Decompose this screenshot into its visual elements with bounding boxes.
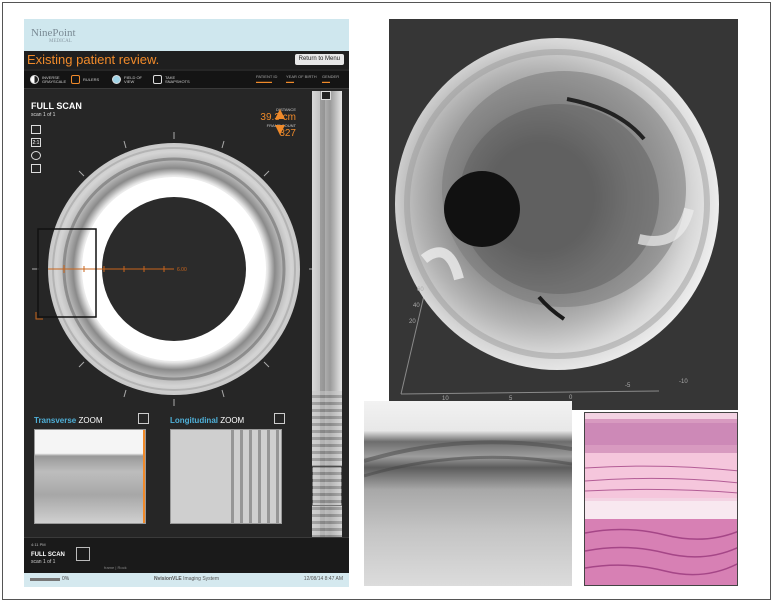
scan-list-subtitle: scan 1 of 1 — [31, 559, 56, 565]
transverse-zoom-title: Transverse ZOOM — [34, 416, 102, 425]
oct-zoom-image — [364, 401, 572, 586]
ruler-value: 6.00 — [177, 267, 187, 273]
return-to-menu-button[interactable]: Return to Menu — [294, 54, 344, 65]
inverse-grayscale-toggle[interactable]: INVERSE GRAYSCALE — [30, 74, 67, 85]
histology-image — [584, 412, 738, 586]
volumetric-image — [395, 38, 719, 395]
z-axis-tick: 40 — [413, 303, 420, 309]
toolbar-label: RULERS — [83, 76, 100, 82]
birth-year-field: YEAR OF BIRTH ▬▬ — [286, 74, 317, 84]
eye-icon — [112, 75, 121, 84]
patient-id-field: PATIENT ID ▬▬▬▬ — [256, 74, 278, 84]
frame-text: frame | Rock — [104, 565, 127, 570]
app-logo: NinePoint MEDICAL — [31, 27, 76, 44]
camera-icon — [153, 75, 162, 84]
toolbar: INVERSE GRAYSCALE RULERS FIELD OF VIEW T… — [24, 71, 349, 89]
transverse-expand-icon[interactable] — [138, 413, 149, 424]
x-axis-tick: -10 — [679, 379, 688, 385]
x-axis-tick: -5 — [625, 383, 631, 389]
scan-list-bar: 4:11 PM FULL SCAN scan 1 of 1 frame | Ro… — [24, 537, 349, 574]
imaging-app-window: NinePoint MEDICAL Existing patient revie… — [24, 19, 349, 587]
z-axis-tick: 20 — [409, 319, 416, 325]
page-title: Existing patient review. — [27, 52, 160, 67]
take-snapshots-button[interactable]: TAKE SNAPSHOTS — [153, 74, 190, 85]
transverse-oct-image[interactable]: 6.00 — [24, 119, 312, 419]
transverse-zoom-strong: Transverse — [34, 416, 77, 425]
brand-text: NvisionVLE Imaging System — [24, 576, 349, 582]
strip-camera-icon[interactable] — [321, 91, 331, 100]
longitudinal-zoom-rest: ZOOM — [218, 416, 245, 425]
histology-section — [585, 413, 737, 585]
toolbar-label: FIELD OF VIEW — [124, 74, 143, 84]
longitudinal-zoom-strong: Longitudinal — [170, 416, 218, 425]
scan-list-title[interactable]: FULL SCAN — [31, 552, 65, 558]
status-time: 12/08/14 8:47 AM — [303, 576, 343, 582]
transverse-zoom-rest: ZOOM — [76, 416, 103, 425]
oct-tissue-zoom — [364, 401, 572, 586]
title-bar: Existing patient review. Return to Menu — [24, 51, 349, 69]
contrast-icon — [30, 75, 39, 84]
toolbar-label: TAKE SNAPSHOTS — [165, 74, 190, 84]
longitudinal-zoom-image[interactable] — [170, 429, 282, 524]
transverse-zoom-image[interactable] — [34, 429, 146, 524]
field-of-view-toggle[interactable]: FIELD OF VIEW — [112, 74, 144, 85]
rulers-toggle[interactable]: RULERS — [71, 74, 103, 85]
brand-rest: Imaging System — [181, 576, 220, 582]
gender-field: GENDER ▬▬ — [322, 74, 340, 84]
longitudinal-strip[interactable] — [312, 91, 342, 566]
scan-subtitle: scan 1 of 1 — [31, 112, 56, 118]
scan-time-label: 4:11 PM — [31, 542, 46, 547]
scan-title: FULL SCAN — [31, 101, 82, 111]
longitudinal-zoom-title: Longitudinal ZOOM — [170, 416, 244, 425]
ruler-icon — [71, 75, 80, 84]
logo-subtext: MEDICAL — [49, 39, 72, 44]
z-axis-tick: 60 — [417, 287, 424, 293]
longitudinal-expand-icon[interactable] — [274, 413, 285, 424]
status-bar: 0% NvisionVLE Imaging System 12/08/14 8:… — [24, 573, 349, 587]
volumetric-3d-rendering: 10 5 0 -5 -10 20 40 60 — [389, 19, 738, 410]
brand-strong: NvisionVLE — [153, 576, 182, 582]
toolbar-label: INVERSE GRAYSCALE — [42, 74, 67, 84]
scan-thumbnail[interactable] — [76, 547, 90, 561]
logo-text: NinePoint — [31, 27, 76, 39]
